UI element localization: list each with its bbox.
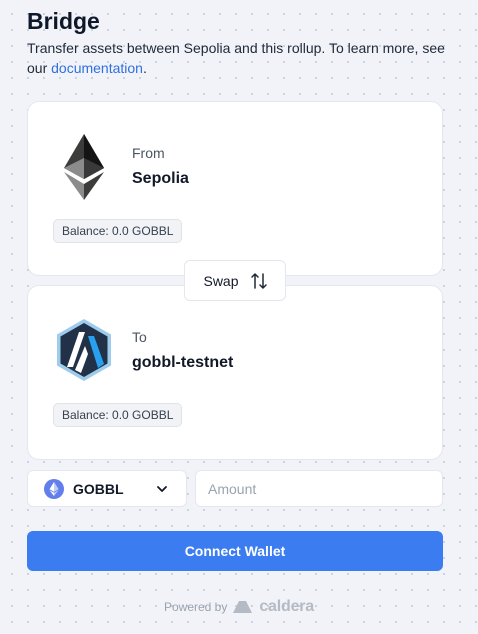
to-chain-name[interactable]: gobbl-testnet (132, 354, 233, 372)
subtitle-period: . (142, 60, 147, 76)
page-title: Bridge (27, 8, 100, 34)
from-chain-name[interactable]: Sepolia (132, 170, 189, 188)
amount-input[interactable] (195, 470, 443, 507)
to-label: To (132, 329, 147, 345)
token-selected-value: GOBBL (73, 480, 124, 497)
swap-arrows-icon (250, 272, 267, 289)
caldera-logo-icon (233, 601, 253, 613)
ethereum-icon (64, 134, 104, 200)
swap-button[interactable]: Swap (184, 260, 286, 301)
connect-wallet-button[interactable]: Connect Wallet (27, 531, 443, 571)
powered-by-footer: Powered by caldera (0, 598, 478, 616)
arbitrum-icon (57, 319, 111, 381)
to-balance-badge: Balance: 0.0 GOBBL (53, 403, 183, 427)
token-select[interactable]: GOBBL (27, 470, 187, 507)
ethereum-token-icon (44, 478, 64, 499)
page-subtitle: Transfer assets between Sepolia and this… (27, 38, 447, 78)
caldera-brand[interactable]: caldera (259, 598, 314, 616)
to-card: To gobbl-testnet Balance: 0.0 GOBBL (27, 285, 443, 460)
chevron-down-icon (157, 486, 167, 492)
from-label: From (132, 145, 165, 161)
documentation-link[interactable]: documentation (51, 60, 143, 76)
powered-by-label: Powered by (163, 600, 228, 614)
from-balance-badge: Balance: 0.0 GOBBL (53, 219, 183, 243)
swap-label: Swap (203, 272, 239, 289)
from-card: From Sepolia Balance: 0.0 GOBBL (27, 101, 443, 276)
